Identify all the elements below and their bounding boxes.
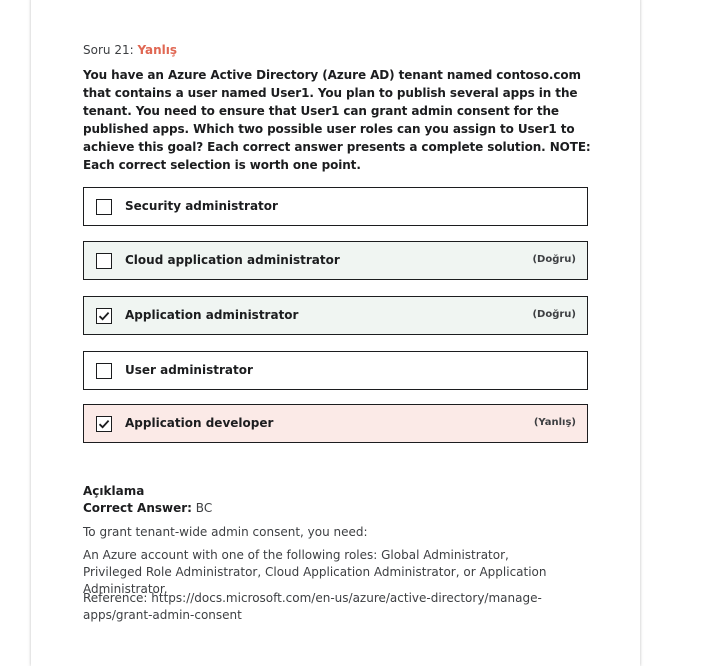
correct-answer-label: Correct Answer: xyxy=(83,501,192,515)
option-label: Application administrator xyxy=(125,308,299,322)
question-status: Yanlış xyxy=(137,43,178,57)
option-label: Cloud application administrator xyxy=(125,253,340,267)
correct-tag: (Doğru) xyxy=(532,309,576,320)
explanation-title: Açıklama xyxy=(83,484,145,498)
answer-option-d[interactable]: User administrator xyxy=(83,351,588,390)
option-label: User administrator xyxy=(125,363,253,377)
correct-tag: (Doğru) xyxy=(532,254,576,265)
option-label: Security administrator xyxy=(125,199,278,213)
answer-option-b[interactable]: Cloud application administrator (Doğru) xyxy=(83,241,588,280)
option-label: Application developer xyxy=(125,416,274,430)
explanation-section: Açıklama Correct Answer: BC xyxy=(83,483,583,517)
checkbox-checked-icon[interactable] xyxy=(96,416,112,432)
checkbox-icon[interactable] xyxy=(96,363,112,379)
explanation-paragraph-1: To grant tenant-wide admin consent, you … xyxy=(83,525,368,539)
correct-answer-line: Correct Answer: BC xyxy=(83,500,583,517)
correct-answer-value: BC xyxy=(195,501,213,515)
question-number: Soru 21: xyxy=(83,43,134,57)
checkbox-icon[interactable] xyxy=(96,253,112,269)
checkmark-icon xyxy=(98,419,110,429)
answer-option-e[interactable]: Application developer (Yanlış) xyxy=(83,404,588,443)
checkmark-icon xyxy=(98,311,110,321)
explanation-reference[interactable]: Reference: https://docs.microsoft.com/en… xyxy=(83,590,553,624)
question-header: Soru 21: Yanlış xyxy=(83,43,177,57)
checkbox-checked-icon[interactable] xyxy=(96,308,112,324)
answer-option-c[interactable]: Application administrator (Doğru) xyxy=(83,296,588,335)
question-text: You have an Azure Active Directory (Azur… xyxy=(83,68,591,172)
wrong-tag: (Yanlış) xyxy=(533,417,576,428)
checkbox-icon[interactable] xyxy=(96,199,112,215)
answer-option-a[interactable]: Security administrator xyxy=(83,187,588,226)
